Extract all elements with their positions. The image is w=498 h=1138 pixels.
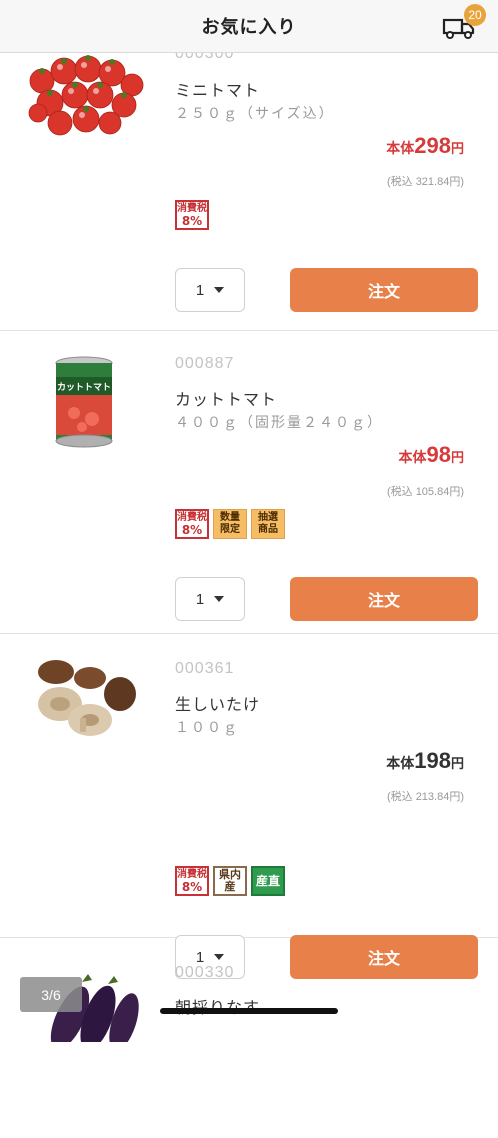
list-item: 000330 朝採りなす <box>0 938 498 1138</box>
product-name[interactable]: 生しいたけ <box>175 691 260 715</box>
page-title: お気に入り <box>201 17 297 38</box>
prefecture-produced-badge: 県内産 <box>213 866 247 896</box>
product-code: 000887 <box>175 355 235 372</box>
can-label-text: カットトマト <box>57 382 111 393</box>
quantity-value: 1 <box>195 590 205 608</box>
direct-from-farm-badge: 産直 <box>251 866 285 896</box>
price-unit: 円 <box>450 142 464 157</box>
product-name[interactable]: 朝採りなす <box>175 994 260 1018</box>
quantity-value: 1 <box>195 281 205 299</box>
badge-line2: 8% <box>181 880 203 894</box>
tax-8-badge: 消費税 8% <box>175 866 209 896</box>
product-name[interactable]: カットトマト <box>175 386 277 410</box>
list-item: 000300 ミニトマト ２５０ｇ（サイズ込） 本体 298 円 (税込 321… <box>0 23 498 331</box>
product-code: 000361 <box>175 660 235 677</box>
badge-group: 消費税 8% <box>175 200 209 230</box>
badge-line2: 8% <box>181 214 203 228</box>
product-spec: １００ｇ <box>175 720 239 736</box>
badge-group: 消費税 8% 数量 限定 抽選 商品 <box>175 509 285 539</box>
cart-count-badge: 20 <box>464 4 486 26</box>
badge-line2: 8% <box>181 523 203 537</box>
price-value: 198 <box>414 748 451 773</box>
product-code: 000330 <box>175 964 235 981</box>
canned-tomato-image: カットトマト <box>55 356 113 448</box>
order-button[interactable]: 注文 <box>290 577 478 621</box>
product-spec: ４００ｇ（固形量２４０ｇ） <box>175 415 383 431</box>
limited-quantity-badge: 数量 限定 <box>213 509 247 539</box>
product-image-shiitake[interactable] <box>20 656 150 748</box>
product-price: 本体 298 円 <box>386 133 464 159</box>
quantity-select[interactable]: 1 <box>175 268 245 312</box>
price-label: 本体 <box>398 450 427 466</box>
product-spec: ２５０ｇ（サイズ込） <box>175 106 335 122</box>
lottery-item-badge: 抽選 商品 <box>251 509 285 539</box>
chevron-down-icon <box>214 596 225 602</box>
app-header: お気に入り 20 <box>0 0 498 53</box>
chevron-down-icon <box>214 287 225 293</box>
shiitake-image <box>38 660 136 736</box>
product-image-canned-tomato[interactable]: カットトマト <box>20 351 150 451</box>
product-price: 本体 98 円 <box>399 442 465 468</box>
price-tax-included: (税込 321.84円) <box>386 176 464 188</box>
badge-line2: 商品 <box>258 524 278 535</box>
price-value: 298 <box>414 133 451 158</box>
price-label: 本体 <box>386 141 415 157</box>
price-tax-included: (税込 105.84円) <box>386 486 464 498</box>
price-tax-included: (税込 213.84円) <box>386 791 464 803</box>
list-item: 000361 生しいたけ １００ｇ 本体 198 円 (税込 213.84円) … <box>0 634 498 979</box>
badge-line1: 抽選 <box>258 512 278 523</box>
order-button[interactable]: 注文 <box>290 268 478 312</box>
badge-group: 消費税 8% 県内産 産直 <box>175 866 285 896</box>
cart-truck-button[interactable]: 20 <box>442 4 486 40</box>
tax-8-badge: 消費税 8% <box>175 509 209 539</box>
product-image-cherry-tomatoes[interactable] <box>20 43 150 143</box>
quantity-select[interactable]: 1 <box>175 577 245 621</box>
badge-line1: 数量 <box>220 512 240 523</box>
home-indicator[interactable] <box>160 1008 338 1014</box>
badge-line2: 限定 <box>220 524 240 535</box>
price-label: 本体 <box>386 756 415 772</box>
price-value: 98 <box>426 442 451 467</box>
price-unit: 円 <box>450 757 464 772</box>
list-item: カットトマト 000887 カットトマト ４００ｇ（固形量２４０ｇ） 本体 98… <box>0 331 498 634</box>
page-indicator: 3/6 <box>20 977 82 1012</box>
price-unit: 円 <box>450 451 464 466</box>
product-price: 本体 198 円 <box>386 748 464 774</box>
cherry-tomatoes-image <box>28 55 144 136</box>
product-name[interactable]: ミニトマト <box>175 77 260 101</box>
tax-8-badge: 消費税 8% <box>175 200 209 230</box>
